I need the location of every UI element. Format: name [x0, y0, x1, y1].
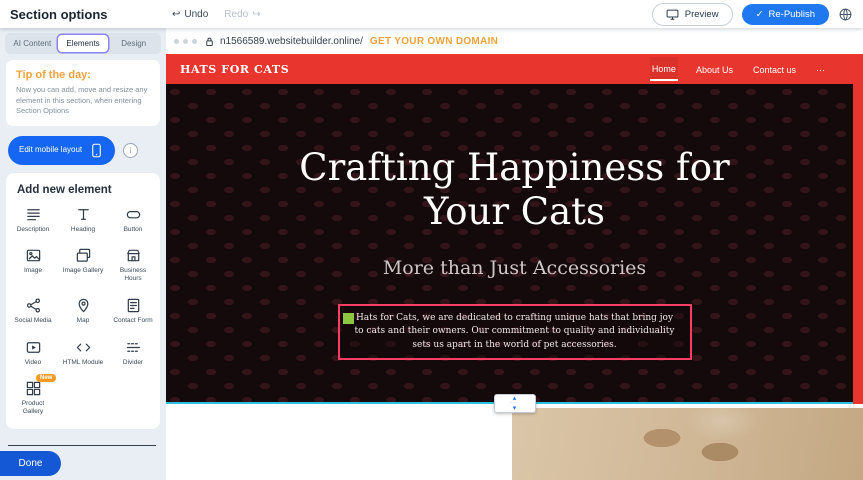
add-element-heading[interactable]: Heading: [58, 206, 108, 234]
add-element-description[interactable]: Description: [8, 206, 58, 234]
selected-text-element[interactable]: Hats for Cats, we are dedicated to craft…: [338, 304, 692, 361]
redo-button[interactable]: Redo↪: [224, 9, 260, 20]
preview-area: n1566589.websitebuilder.online/ GET YOUR…: [166, 28, 863, 480]
hero-section[interactable]: Crafting Happiness for Your Cats More th…: [166, 84, 863, 404]
nav-home[interactable]: Home: [650, 57, 678, 81]
tab-ai-content[interactable]: AI Content: [7, 35, 58, 52]
website-preview: HATS FOR CATS Home About Us Contact us ⋯…: [166, 54, 863, 480]
description-icon: [25, 206, 42, 223]
phone-icon: [89, 143, 104, 158]
nav-more-icon[interactable]: ⋯: [814, 58, 827, 81]
add-element-image[interactable]: Image: [8, 247, 58, 283]
site-nav: Home About Us Contact us ⋯: [650, 57, 849, 81]
image-gallery-icon: [75, 247, 92, 264]
info-icon[interactable]: i: [123, 143, 138, 158]
add-element-html-module[interactable]: HTML Module: [58, 339, 108, 367]
site-logo[interactable]: HATS FOR CATS: [180, 63, 289, 76]
button-icon: [125, 206, 142, 223]
add-element-product-gallery[interactable]: New Product Gallery: [8, 380, 58, 416]
hero-subtitle[interactable]: More than Just Accessories: [166, 257, 863, 279]
site-header: HATS FOR CATS Home About Us Contact us ⋯: [166, 54, 863, 84]
sidebar-divider: [8, 445, 156, 446]
mobile-layout-row: Edit mobile layout i: [8, 136, 158, 165]
add-new-element-title: Add new element: [8, 181, 158, 206]
tip-of-the-day-card: Tip of the day: Now you can add, move an…: [6, 60, 160, 126]
add-element-map[interactable]: Map: [58, 297, 108, 325]
redo-icon: ↪: [252, 9, 260, 20]
add-element-divider[interactable]: Divider: [108, 339, 158, 367]
video-icon: [25, 339, 42, 356]
element-drag-handle[interactable]: [343, 313, 354, 324]
product-gallery-icon: [25, 380, 42, 397]
window-dot: [192, 39, 197, 44]
undo-icon: ↩: [172, 9, 180, 20]
top-bar-actions: Preview ✓ Re-Publish: [652, 3, 863, 26]
contact-form-icon: [125, 297, 142, 314]
business-hours-icon: [125, 247, 142, 264]
element-grid: Description Heading Button Image Image G…: [8, 206, 158, 417]
html-module-icon: [75, 339, 92, 356]
social-media-icon: [25, 297, 42, 314]
hero-title[interactable]: Crafting Happiness for Your Cats: [255, 84, 775, 235]
resize-down-icon: ▾: [513, 406, 517, 412]
page-title: Section options: [0, 7, 108, 22]
window-dot: [183, 39, 188, 44]
image-icon: [25, 247, 42, 264]
browser-chrome-bar: n1566589.websitebuilder.online/ GET YOUR…: [166, 28, 863, 54]
check-icon: ✓: [756, 9, 764, 20]
tip-title: Tip of the day:: [16, 69, 150, 81]
add-element-contact-form[interactable]: Contact Form: [108, 297, 158, 325]
top-bar: Section options ↩Undo Redo↪ Preview ✓ Re…: [0, 0, 863, 28]
nav-about-us[interactable]: About Us: [694, 58, 735, 80]
add-element-button[interactable]: Button: [108, 206, 158, 234]
sidebar: AI Content Elements Design Tip of the da…: [0, 28, 166, 480]
new-badge: New: [36, 374, 56, 382]
undo-button[interactable]: ↩Undo: [172, 9, 208, 20]
divider-icon: [125, 339, 142, 356]
edit-mobile-layout-button[interactable]: Edit mobile layout: [8, 136, 115, 165]
lock-icon: [204, 36, 215, 47]
sidebar-tabs: AI Content Elements Design: [5, 33, 161, 54]
window-dot: [174, 39, 179, 44]
section-options-editor: Section options ↩Undo Redo↪ Preview ✓ Re…: [0, 0, 863, 480]
photo-cat-paws[interactable]: [512, 408, 863, 480]
heading-icon: [75, 206, 92, 223]
site-url: n1566589.websitebuilder.online/: [220, 36, 363, 47]
add-element-video[interactable]: Video: [8, 339, 58, 367]
tip-body: Now you can add, move and resize any ele…: [16, 85, 150, 117]
tab-design[interactable]: Design: [108, 35, 159, 52]
section-resize-handle[interactable]: ▴ ··· ▾: [494, 394, 536, 413]
add-element-image-gallery[interactable]: Image Gallery: [58, 247, 108, 283]
preview-right-edge: [853, 54, 863, 404]
nav-contact-us[interactable]: Contact us: [751, 58, 798, 80]
preview-button[interactable]: Preview: [652, 3, 733, 26]
add-element-business-hours[interactable]: Business Hours: [108, 247, 158, 283]
undo-redo-group: ↩Undo Redo↪: [172, 0, 261, 28]
done-button[interactable]: Done: [0, 451, 61, 476]
tab-elements[interactable]: Elements: [58, 35, 109, 52]
get-domain-link[interactable]: GET YOUR OWN DOMAIN: [370, 36, 498, 47]
hero-paragraph: Hats for Cats, we are dedicated to craft…: [355, 313, 675, 350]
monitor-icon: [666, 8, 679, 21]
add-new-element-panel: Add new element Description Heading Butt…: [6, 173, 160, 430]
language-globe-button[interactable]: [838, 7, 853, 22]
globe-icon: [838, 7, 853, 22]
map-icon: [75, 297, 92, 314]
republish-button[interactable]: ✓ Re-Publish: [742, 4, 829, 25]
add-element-social-media[interactable]: Social Media: [8, 297, 58, 325]
window-dots: [174, 39, 197, 44]
